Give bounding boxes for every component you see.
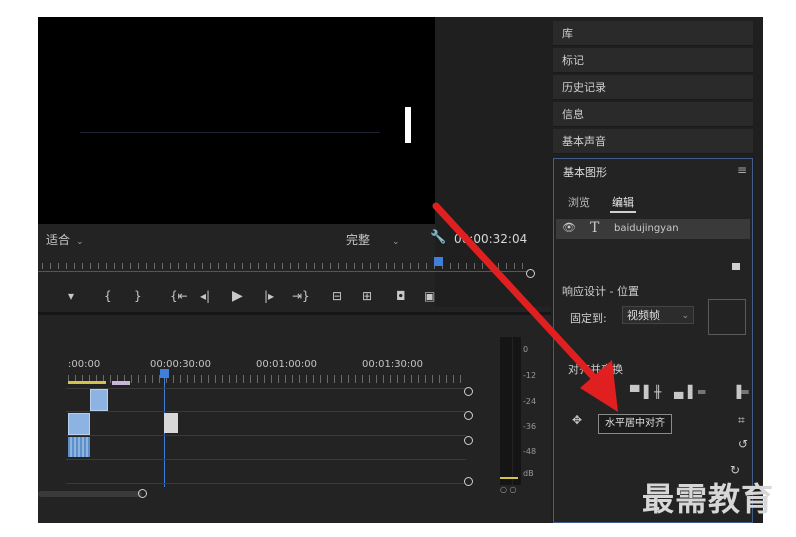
arrow-shaft xyxy=(432,202,604,388)
red-annotation-arrow xyxy=(432,202,618,412)
tooltip: 水平居中对齐 xyxy=(598,414,672,434)
watermark-logo: 最需教育 xyxy=(642,480,775,518)
